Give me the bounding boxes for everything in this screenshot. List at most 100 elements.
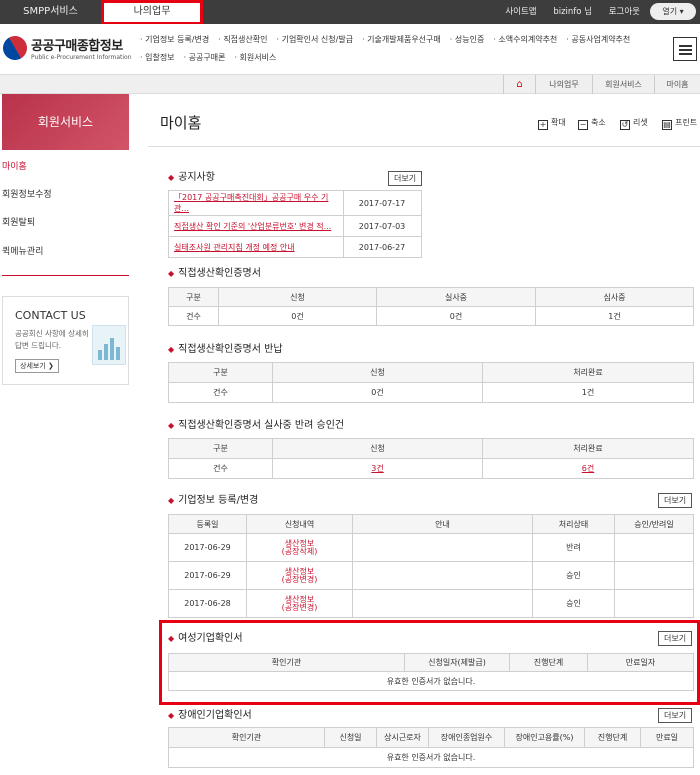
notice-date: 2017-06-27 — [343, 236, 422, 258]
nav-item-direct-production[interactable]: 직접생산확인 — [218, 35, 267, 44]
table-cell — [614, 533, 694, 562]
empty-message: 유효한 인증서가 없습니다. — [168, 747, 694, 768]
menu-icon[interactable] — [673, 37, 697, 61]
notice-date: 2017-07-17 — [343, 190, 422, 216]
notice-link[interactable]: 「2017 공공구매촉진대회」공공구매 우수 기관... — [168, 190, 344, 216]
table-cell: 0건 — [376, 306, 536, 326]
table-cell: 건수 — [168, 382, 273, 403]
request-link[interactable]: 생산정보 (공장변경) — [246, 561, 353, 590]
table-cell: 승인 — [532, 561, 615, 590]
column-header: 신청내역 — [246, 514, 353, 534]
table-cell — [352, 561, 533, 590]
table-row: 유효한 인증서가 없습니다. — [168, 747, 694, 768]
nav-item-company-info[interactable]: 기업정보 등록/변경 — [140, 35, 209, 44]
column-header: 장애인종업원수 — [428, 727, 505, 748]
table-cell: 2017-06-29 — [168, 533, 247, 562]
request-link[interactable]: 생산정보 (공장변경) — [246, 589, 353, 618]
contact-text: 공공회신 사항에 상세히 답변 드립니다. — [15, 329, 89, 350]
notice-link[interactable]: 실태조사원 관리지침 개정 예정 안내 — [168, 236, 344, 258]
column-header: 진행단계 — [584, 727, 641, 748]
count-link[interactable]: 3건 — [272, 458, 483, 479]
breadcrumb: ⌂ 나의업무 회원서비스 마이홈 — [0, 74, 700, 94]
header: 공공구매종합정보 Public e-Procurement Informatio… — [0, 24, 700, 74]
cert-return-table: 구분 신청 처리완료 건수 0건 1건 — [168, 362, 694, 403]
column-header: 신청 — [272, 362, 483, 383]
column-header: 구분 — [168, 362, 273, 383]
nav-item-joint-contract[interactable]: 공동사업계약추천 — [566, 35, 630, 44]
column-header: 신청일 — [324, 727, 377, 748]
sidebar-title: 회원서비스 — [2, 94, 129, 150]
nav-item-performance-cert[interactable]: 성능인증 — [450, 35, 485, 44]
sidebar-item-edit-member[interactable]: 회원정보수정 — [2, 181, 129, 209]
column-header: 처리완료 — [482, 438, 694, 459]
table-row: 건수 3건 6건 — [168, 458, 694, 479]
open-toggle-button[interactable]: 열기 ▾ — [650, 3, 696, 20]
cert-return-title: 직접생산확인증명서 반납 — [168, 340, 282, 355]
nav-item-public-loan[interactable]: 공공구매론 — [184, 53, 226, 62]
top-bar: SMPP서비스 나의업무 사이트맵 bizinfo 님 로그아웃 열기 ▾ — [0, 0, 700, 25]
table-cell: 1건 — [535, 306, 694, 326]
table-row: 「2017 공공구매촉진대회」공공구매 우수 기관... 2017-07-17 — [168, 190, 422, 216]
breadcrumb-item[interactable]: 나의업무 — [535, 75, 592, 94]
column-header: 심사중 — [535, 287, 694, 307]
home-icon[interactable]: ⌂ — [503, 75, 535, 94]
print-icon: ▤ — [662, 120, 672, 130]
zoom-in-button[interactable]: + 확대 — [538, 117, 566, 130]
sidebar-item-withdraw[interactable]: 회원탈퇴 — [2, 209, 129, 237]
request-link[interactable]: 생산정보 (공장삭제) — [246, 533, 353, 562]
table-row: 2017-06-29 생산정보 (공장삭제) 반려 — [168, 533, 694, 562]
nav-item-member-service[interactable]: 회원서비스 — [234, 53, 276, 62]
table-header-row: 확인기관 신청일 상시근로자 장애인종업원수 장애인고용률(%) 진행단계 만료… — [168, 727, 694, 748]
column-header: 장애인고용률(%) — [504, 727, 585, 748]
sitemap-link[interactable]: 사이트맵 — [505, 7, 536, 17]
company-more-button[interactable]: 더보기 — [658, 493, 693, 508]
cert-reject-title: 직접생산확인증명서 실사중 반려 승인건 — [168, 416, 344, 431]
table-cell: 0건 — [272, 382, 483, 403]
sidebar-item-quickmenu[interactable]: 퀵메뉴관리 — [2, 238, 129, 266]
table-cell: 승인 — [532, 589, 615, 618]
table-cell — [614, 589, 694, 618]
column-header: 신청 — [218, 287, 377, 307]
zoom-out-button[interactable]: − 축소 — [578, 117, 606, 130]
reset-button[interactable]: ↺ 리셋 — [620, 117, 648, 130]
table-cell: 1건 — [482, 382, 694, 403]
logout-link[interactable]: 로그아웃 — [609, 7, 640, 17]
print-button[interactable]: ▤ 프린트 — [662, 117, 697, 130]
table-cell: 건수 — [168, 458, 273, 479]
nav-item-company-cert[interactable]: 기업확인서 신청/발급 — [276, 35, 353, 44]
sidebar-item-myhome[interactable]: 마이홈 — [2, 153, 129, 181]
table-cell: 건수 — [168, 306, 219, 326]
minus-icon: − — [578, 120, 588, 130]
table-header-row: 구분 신청 처리완료 — [168, 362, 694, 383]
tab-smpp-service[interactable]: SMPP서비스 — [0, 0, 101, 24]
column-header: 처리상태 — [532, 514, 615, 534]
column-header: 처리완료 — [482, 362, 694, 383]
breadcrumb-item-current[interactable]: 마이홈 — [654, 75, 700, 94]
taegeuk-logo-icon[interactable] — [0, 31, 32, 65]
highlight-box — [159, 620, 700, 705]
column-header: 신청 — [272, 438, 483, 459]
table-cell: 반려 — [532, 533, 615, 562]
global-nav: 기업정보 등록/변경 직접생산확인 기업확인서 신청/발급 기술개발제품우선구매 성능인… — [140, 31, 660, 67]
column-header: 구분 — [168, 438, 273, 459]
disabled-more-button[interactable]: 더보기 — [658, 708, 693, 723]
contact-detail-button[interactable]: 상세보기 ❯ — [15, 359, 59, 373]
notice-link[interactable]: 직접생산 확인 기준의 '산업분류번호' 변경 적... — [168, 215, 344, 237]
nav-item-bid-info[interactable]: 입찰정보 — [140, 53, 175, 62]
monitor-chart-icon — [92, 325, 126, 365]
table-header-row: 등록일 신청내역 안내 처리상태 승인/반려일 — [168, 514, 694, 534]
table-cell — [352, 589, 533, 618]
contact-box: CONTACT US 공공회신 사항에 상세히 답변 드립니다. 상세보기 ❯ — [2, 296, 129, 385]
disabled-cert-table: 확인기관 신청일 상시근로자 장애인종업원수 장애인고용률(%) 진행단계 만료… — [168, 727, 694, 768]
table-cell: 0건 — [218, 306, 377, 326]
table-row: 건수 0건 1건 — [168, 382, 694, 403]
notice-more-button[interactable]: 더보기 — [388, 171, 423, 186]
disabled-cert-title: 장애인기업확인서 — [168, 706, 252, 721]
notice-date: 2017-07-03 — [343, 215, 422, 237]
count-link[interactable]: 6건 — [482, 458, 694, 479]
nav-item-tech-product[interactable]: 기술개발제품우선구매 — [362, 35, 441, 44]
site-logo-title[interactable]: 공공구매종합정보 — [31, 35, 123, 54]
breadcrumb-item[interactable]: 회원서비스 — [592, 75, 654, 94]
nav-item-small-contract[interactable]: 소액수의계약추천 — [493, 35, 557, 44]
tab-my-work[interactable]: 나의업무 — [101, 0, 203, 25]
